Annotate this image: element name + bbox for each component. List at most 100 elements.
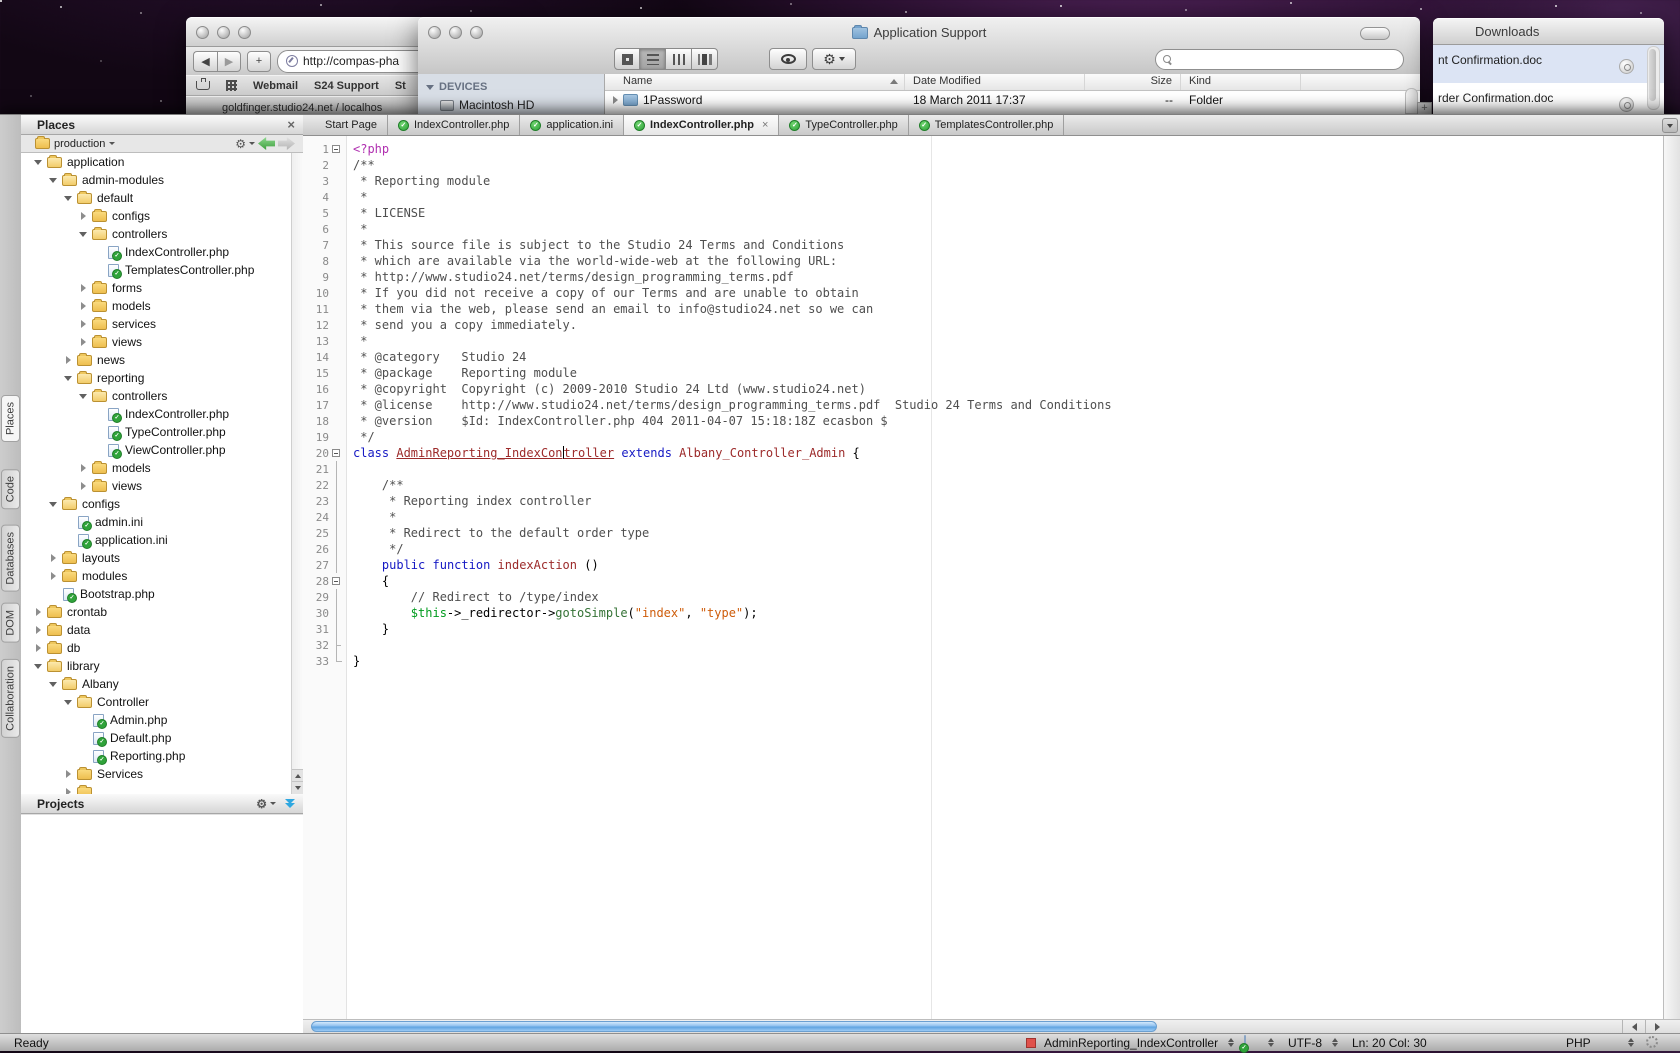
tree-item-admin-ini[interactable]: admin.ini [21, 513, 303, 531]
zoom-window-button[interactable] [238, 26, 251, 39]
side-tab-places[interactable]: Places [1, 395, 20, 442]
tree-item-modules[interactable]: modules [21, 567, 303, 585]
tree-item-admin-php[interactable]: Admin.php [21, 711, 303, 729]
code-line[interactable]: } [353, 621, 1663, 637]
tree-item-controller[interactable]: Controller [21, 693, 303, 711]
code-line[interactable]: * @version $Id: IndexController.php 404 … [353, 413, 1663, 429]
tree-item-templatescontroller-php[interactable]: TemplatesController.php [21, 261, 303, 279]
stepper-arrows-icon[interactable] [1332, 1038, 1338, 1047]
code-line[interactable]: * @category Studio 24 [353, 349, 1663, 365]
scroll-down-button[interactable] [292, 781, 303, 794]
side-tab-databases[interactable]: Databases [1, 525, 20, 592]
downloads-scrollbar[interactable] [1647, 46, 1660, 110]
editor-tab-start page[interactable]: Start Page [315, 115, 388, 135]
tree-item-configs[interactable]: configs [21, 207, 303, 225]
code-line[interactable]: * them via the web, please send an email… [353, 301, 1663, 317]
bookmark-item[interactable]: St [395, 80, 406, 92]
back-button[interactable]: ◀ [193, 51, 217, 72]
finder-search-field[interactable] [1155, 49, 1404, 70]
expand-arrow-icon[interactable] [76, 482, 90, 490]
forward-button[interactable]: ▶ [217, 51, 241, 72]
expand-arrow-icon[interactable] [31, 626, 45, 634]
icon-view-button[interactable] [614, 48, 640, 70]
collapse-arrow-icon[interactable] [61, 376, 75, 381]
tree-item-application-ini[interactable]: application.ini [21, 531, 303, 549]
path-selector[interactable]: production [54, 138, 105, 150]
tree-item-indexcontroller-php[interactable]: IndexController.php [21, 243, 303, 261]
expand-arrow-icon[interactable] [76, 212, 90, 220]
bookmark-item[interactable]: Webmail [253, 80, 298, 92]
side-tab-code[interactable]: Code [1, 469, 20, 509]
expand-arrow-icon[interactable] [46, 554, 60, 562]
code-line[interactable]: * LICENSE [353, 205, 1663, 221]
tree-item-reporting[interactable]: reporting [21, 369, 303, 387]
tree-item-albany[interactable]: Albany [21, 675, 303, 693]
code-line[interactable]: * http://www.studio24.net/terms/design_p… [353, 269, 1663, 285]
collapse-arrow-icon[interactable] [46, 178, 60, 183]
collapse-arrow-icon[interactable] [46, 682, 60, 687]
code-line[interactable]: } [353, 653, 1663, 669]
expand-arrow-icon[interactable] [76, 464, 90, 472]
close-window-button[interactable] [196, 26, 209, 39]
collapse-arrow-icon[interactable] [61, 700, 75, 705]
tree-item-indexcontroller-php[interactable]: IndexController.php [21, 405, 303, 423]
tree-item-bootstrap-php[interactable]: Bootstrap.php [21, 585, 303, 603]
code-line[interactable]: * Redirect to the default order type [353, 525, 1663, 541]
forward-arrow-icon[interactable] [278, 137, 295, 150]
expand-arrow-icon[interactable] [46, 572, 60, 580]
code-line[interactable]: * [353, 509, 1663, 525]
tree-item-services[interactable]: Services [21, 765, 303, 783]
tree-item-db[interactable]: db [21, 639, 303, 657]
code-line[interactable]: */ [353, 541, 1663, 557]
fold-toggle-icon[interactable] [329, 573, 345, 589]
tree-item-views[interactable]: views [21, 477, 303, 495]
stepper-arrows-icon[interactable] [1628, 1038, 1634, 1047]
tree-item-default-php[interactable]: Default.php [21, 729, 303, 747]
tree-item-data[interactable]: data [21, 621, 303, 639]
tree-item-library[interactable]: library [21, 657, 303, 675]
code-line[interactable]: * @license http://www.studio24.net/terms… [353, 397, 1663, 413]
side-tab-dom[interactable]: DOM [1, 603, 20, 643]
magnifier-icon[interactable] [1619, 97, 1634, 112]
expand-arrow-icon[interactable] [31, 644, 45, 652]
collapse-arrow-icon[interactable] [31, 160, 45, 165]
code-line[interactable]: * @copyright Copyright (c) 2009-2010 Stu… [353, 381, 1663, 397]
collapse-arrow-icon[interactable] [76, 394, 90, 399]
downloads-titlebar[interactable]: Downloads [1433, 18, 1664, 45]
finder-titlebar[interactable]: Application Support ⚙ [418, 17, 1420, 75]
code-line[interactable]: * send you a copy immediately. [353, 317, 1663, 333]
code-line[interactable]: * Reporting module [353, 173, 1663, 189]
code-line[interactable]: * [353, 221, 1663, 237]
stepper-arrows-icon[interactable] [1268, 1038, 1274, 1047]
expand-arrow-icon[interactable] [76, 320, 90, 328]
devices-section-header[interactable]: DEVICES [418, 81, 604, 93]
tree-item-crontab[interactable]: crontab [21, 603, 303, 621]
close-tab-icon[interactable]: × [762, 119, 768, 131]
table-row[interactable]: 1Password18 March 2011 17:37--Folder [605, 91, 1420, 109]
tree-item-services[interactable]: services [21, 315, 303, 333]
column-header-name[interactable]: Name [605, 74, 905, 90]
column-header-size[interactable]: Size [1085, 74, 1181, 90]
new-tab-button[interactable]: + [247, 51, 271, 72]
scrollbar-thumb[interactable] [311, 1021, 1157, 1032]
collapse-arrow-icon[interactable] [46, 502, 60, 507]
editor-tab-application-ini[interactable]: ✓application.ini [520, 115, 624, 135]
code-line[interactable]: * [353, 189, 1663, 205]
column-header-kind[interactable]: Kind [1181, 74, 1301, 90]
tree-item-controllers[interactable]: controllers [21, 387, 303, 405]
action-menu-button[interactable]: ⚙ [812, 48, 856, 70]
code-line[interactable]: { [353, 573, 1663, 589]
fold-toggle-icon[interactable] [329, 445, 345, 461]
scroll-left-button[interactable] [1622, 1020, 1645, 1033]
tree-item-models[interactable]: models [21, 297, 303, 315]
code-line[interactable]: <?php [353, 141, 1663, 157]
close-icon[interactable]: × [287, 118, 295, 131]
scrollbar-thumb[interactable] [1649, 49, 1656, 101]
gear-icon[interactable]: ⚙ [235, 137, 246, 151]
expand-arrow-icon[interactable] [61, 770, 75, 778]
tree-item-forms[interactable]: forms [21, 279, 303, 297]
collapse-arrow-icon[interactable] [31, 664, 45, 669]
collapse-arrow-icon[interactable] [76, 232, 90, 237]
download-item[interactable]: nt Confirmation.doc [1433, 45, 1664, 83]
editor-tab-indexcontroller-php[interactable]: ✓IndexController.php [388, 115, 520, 135]
